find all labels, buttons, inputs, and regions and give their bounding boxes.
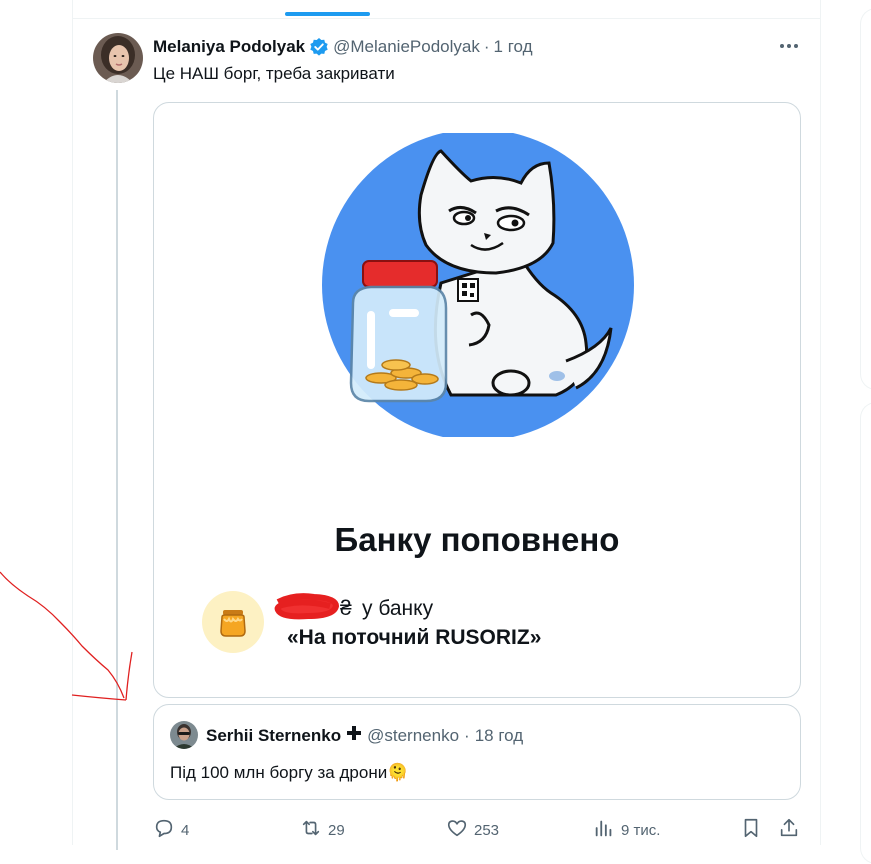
like-count: 253 [474,821,500,839]
header-separator: · [483,37,490,56]
reply-button[interactable]: 4 [153,817,189,843]
author-avatar[interactable] [93,33,143,83]
tweet-media[interactable]: Банку поповнено ₴ у банку «На поточний R… [153,102,801,698]
author-name[interactable]: Melaniya Podolyak [153,37,305,57]
repost-button[interactable]: 29 [300,817,345,843]
jar-name: «На поточний RUSORIZ» [287,626,542,649]
like-icon [446,817,468,843]
like-button[interactable]: 253 [446,817,499,843]
tweet-text: Це НАШ борг, треба закривати [153,64,395,83]
quote-time: 18 год [474,725,524,745]
cat-with-jar-illustration [322,133,634,437]
quote-author-handle: @sternenko [367,725,460,745]
bookmark-icon [740,817,762,843]
repost-count: 29 [328,821,345,839]
timeline-left-border [72,0,73,845]
thread-line [116,90,118,850]
quote-text: Під 100 млн боргу за дрони🫠 [170,763,409,782]
share-icon [778,817,800,843]
redacted-amount-scribble [274,593,339,620]
tweet-header: Melaniya Podolyak @MelaniePodolyak · 1 г… [153,35,533,59]
active-tab-indicator [285,12,370,16]
action-bar: 4 29 253 9 тис. [0,817,871,841]
tab-divider [73,18,820,19]
views-count: 9 тис. [621,821,661,839]
sidebar-card [860,8,871,390]
verified-badge-icon [309,37,329,57]
share-button[interactable] [778,817,800,843]
reply-count: 4 [181,821,190,839]
quoted-tweet[interactable]: Serhii Sternenko @sternenko · 18 год Під… [153,704,801,800]
views-icon [593,817,615,843]
quote-author-name: Serhii Sternenko [206,725,342,745]
timeline-right-border [820,0,821,845]
jar-topup-title: Банку поповнено [334,521,620,558]
quote-header: Serhii Sternenko @sternenko · 18 год [206,725,523,746]
tweet-time[interactable]: 1 год [494,37,533,57]
author-handle[interactable]: @MelaniePodolyak [333,37,480,57]
quote-separator: · [464,725,470,745]
repost-icon [300,817,322,843]
more-icon[interactable] [776,34,802,58]
honey-pot-icon [202,591,264,653]
currency-symbol: ₴ [340,597,352,620]
views-button[interactable]: 9 тис. [593,817,660,843]
reply-icon [153,817,175,843]
in-bank-label: у банку [362,597,434,620]
red-arrow-annotation [0,571,133,701]
cross-badge-icon [346,725,362,746]
quote-author-avatar [170,721,198,749]
sidebar-card [860,402,871,864]
bookmark-button[interactable] [740,817,762,843]
